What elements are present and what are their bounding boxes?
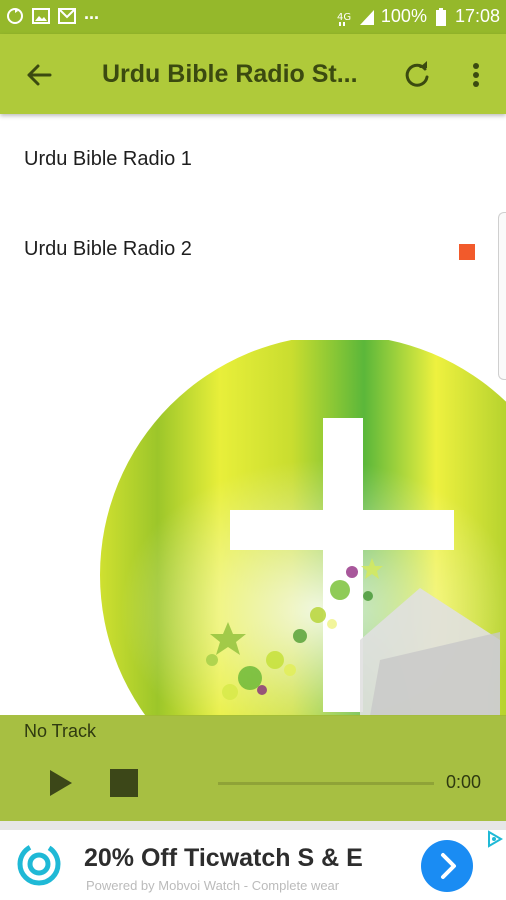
battery-percent: 100% — [380, 6, 427, 26]
notification-overflow: ... — [84, 2, 100, 23]
refresh-icon — [405, 61, 429, 87]
chevron-right-icon — [441, 853, 456, 879]
play-icon — [50, 770, 72, 796]
app-title: Urdu Bible Radio St... — [102, 60, 358, 88]
image-icon — [32, 7, 50, 25]
arrow-back-icon — [27, 64, 52, 86]
ad-subtext: Powered by Mobvoi Watch - Complete wear — [86, 878, 340, 893]
battery-icon — [432, 7, 450, 26]
list-item[interactable]: Urdu Bible Radio 1 — [0, 114, 506, 204]
mail-icon — [58, 7, 76, 25]
ad-open-button[interactable] — [421, 840, 473, 892]
more-options-button[interactable] — [460, 58, 494, 92]
ad-headline[interactable]: 20% Off Ticwatch S & E — [84, 844, 363, 873]
player-bar: No Track 0:00 — [0, 715, 506, 821]
clock: 17:08 — [454, 6, 500, 26]
track-title: No Track — [24, 721, 97, 741]
divider — [0, 821, 506, 830]
back-button[interactable] — [22, 58, 56, 92]
ad-banner[interactable]: 20% Off Ticwatch S & E Powered by Mobvoi… — [0, 830, 506, 900]
signal-icon — [358, 8, 376, 26]
svg-text:4G: 4G — [337, 12, 351, 23]
seek-bar[interactable] — [218, 782, 434, 785]
elapsed-time: 0:00 — [446, 772, 482, 792]
ad-choices-icon[interactable] — [486, 830, 506, 848]
sync-icon — [6, 7, 24, 25]
cross-artwork — [0, 340, 506, 716]
station-label: Urdu Bible Radio 1 — [24, 148, 192, 170]
fast-scroll-handle[interactable] — [498, 212, 506, 380]
ticwatch-logo-icon — [16, 841, 62, 887]
list-item[interactable]: Urdu Bible Radio 2 — [0, 204, 506, 294]
app-bar: Urdu Bible Radio St... — [0, 34, 506, 114]
data-icon: 4G — [335, 8, 353, 26]
more-vert-icon — [473, 63, 479, 87]
station-list: Urdu Bible Radio 1 Urdu Bible Radio 2 — [0, 114, 506, 294]
play-button[interactable] — [46, 767, 76, 799]
status-bar: ... 4G 100% 17:08 — [0, 0, 506, 34]
refresh-button[interactable] — [400, 58, 434, 92]
station-label: Urdu Bible Radio 2 — [24, 238, 192, 260]
stop-icon[interactable] — [459, 244, 475, 260]
stop-button[interactable] — [110, 769, 138, 797]
